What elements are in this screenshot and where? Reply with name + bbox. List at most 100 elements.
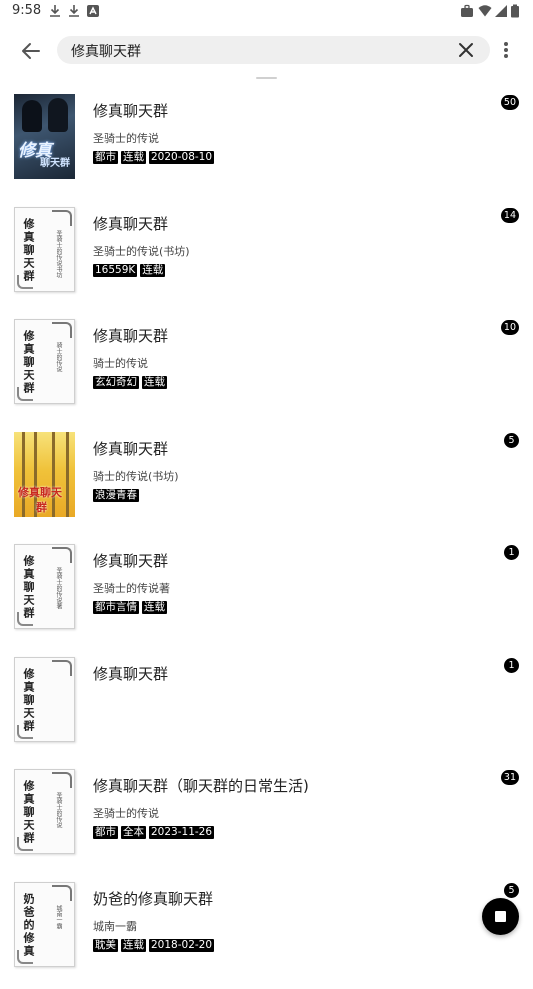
book-cover: 修真聊天群 — [14, 432, 75, 517]
book-list-item[interactable]: 奶爸的修真城南一霸奶爸的修真聊天群城南一霸耽美连载2018-02-205 — [0, 877, 533, 989]
book-title: 修真聊天群 — [93, 550, 168, 571]
cover-title: 修真聊天群 — [22, 780, 34, 845]
cover-ornament — [52, 322, 72, 338]
download-icon — [48, 4, 62, 18]
book-tag: 都市 — [93, 826, 118, 839]
source-count-badge: 10 — [501, 320, 519, 335]
cover-ornament — [52, 210, 72, 226]
book-tag: 连载 — [142, 376, 167, 389]
cover-title: 修真聊天群 — [22, 218, 34, 283]
cover-figure — [48, 98, 68, 132]
book-tag: 2018-02-20 — [149, 939, 214, 952]
cover-ornament — [52, 660, 72, 676]
book-tags: 都市连载2020-08-10 — [93, 151, 214, 164]
book-cover: 奶爸的修真 城南一霸 — [14, 882, 75, 967]
book-tags: 16559K连载 — [93, 264, 165, 277]
search-query[interactable]: 修真聊天群 — [71, 41, 141, 61]
book-list-item[interactable]: 修真聊天群圣骑士的传说修真聊天群（聊天群的日常生活)圣骑士的传说都市全本2023… — [0, 764, 533, 877]
cover-title: 奶爸的修真 — [22, 893, 34, 958]
search-result-list: 修真聊天群修真聊天群圣骑士的传说都市连载2020-08-1050修真聊天群圣骑士… — [0, 89, 533, 989]
cover-subtitle: 圣骑士的传说 — [55, 792, 62, 828]
book-author: 圣骑士的传说著 — [93, 580, 170, 596]
book-title: 修真聊天群（聊天群的日常生活) — [93, 775, 309, 796]
more-vertical-icon[interactable] — [500, 40, 512, 60]
cover-ornament — [52, 885, 72, 901]
book-title: 修真聊天群 — [93, 438, 168, 459]
cover-subtitle: 圣骑士的传说著 — [55, 567, 62, 609]
book-title: 修真聊天群 — [93, 663, 168, 684]
cover-title: 修真聊天群 — [22, 330, 34, 395]
book-tag: 连载 — [142, 601, 167, 614]
book-title: 修真聊天群 — [93, 100, 168, 121]
book-tags: 玄幻奇幻连载 — [93, 376, 167, 389]
book-tags: 浪漫青春 — [93, 489, 139, 502]
cover-subtitle: 城南一霸 — [55, 905, 62, 929]
book-list-item[interactable]: 修真聊天群修真聊天群骑士的传说(书坊)浪漫青春5 — [0, 427, 533, 540]
book-author: 城南一霸 — [93, 918, 137, 934]
stop-icon — [495, 911, 506, 922]
app-notification-icon — [86, 4, 100, 18]
cover-title: 修真聊天群 — [22, 668, 34, 733]
source-count-badge: 31 — [501, 770, 519, 785]
drag-handle[interactable] — [256, 77, 277, 79]
book-list-item[interactable]: 修真聊天群骑士的传说修真聊天群骑士的传说玄幻奇幻连载10 — [0, 314, 533, 427]
close-icon[interactable] — [458, 42, 474, 58]
cover-figure — [22, 100, 42, 132]
cover-ornament — [52, 547, 72, 563]
status-bar: 9:58 — [0, 0, 533, 24]
book-author: 圣骑士的传说 — [93, 130, 159, 146]
cover-tree — [52, 432, 55, 517]
book-tag: 连载 — [140, 264, 165, 277]
book-tags: 都市全本2023-11-26 — [93, 826, 214, 839]
book-cover: 修真聊天群 — [14, 657, 75, 742]
book-cover: 修真聊天群 圣骑士的传说著 — [14, 544, 75, 629]
arrow-left-icon[interactable] — [18, 38, 44, 64]
source-count-badge: 14 — [501, 208, 519, 223]
book-tag: 2020-08-10 — [149, 151, 214, 164]
book-tag: 玄幻奇幻 — [93, 376, 139, 389]
book-tag: 16559K — [93, 264, 137, 277]
search-input[interactable]: 修真聊天群 — [57, 36, 490, 64]
book-list-item[interactable]: 修真聊天群修真聊天群圣骑士的传说都市连载2020-08-1050 — [0, 89, 533, 202]
book-tag: 浪漫青春 — [93, 489, 139, 502]
stop-button[interactable] — [482, 898, 519, 935]
status-time: 9:58 — [12, 3, 41, 18]
source-count-badge: 1 — [504, 545, 519, 560]
cover-title: 修真聊天群 — [22, 555, 34, 620]
cover-subtitle: 圣骑士的传说书坊 — [55, 230, 62, 278]
book-cover: 修真聊天群骑士的传说 — [14, 319, 75, 404]
book-list-item[interactable]: 修真聊天群圣骑士的传说书坊修真聊天群圣骑士的传说(书坊)16559K连载14 — [0, 202, 533, 315]
cover-subtitle: 群 — [36, 499, 47, 515]
wifi-icon — [478, 4, 492, 18]
book-title: 修真聊天群 — [93, 325, 168, 346]
battery-icon — [510, 4, 520, 18]
source-count-badge: 5 — [504, 433, 519, 448]
book-tag: 连载 — [121, 151, 146, 164]
signal-icon — [494, 4, 508, 18]
source-count-badge: 1 — [504, 658, 519, 673]
cover-tree — [66, 432, 69, 517]
book-list-item[interactable]: 修真聊天群 修真聊天群 1 — [0, 652, 533, 765]
cover-title: 修真聊天 — [18, 484, 62, 500]
download-icon — [67, 4, 81, 18]
book-author: 圣骑士的传说(书坊) — [93, 243, 190, 259]
book-tag: 耽美 — [93, 939, 118, 952]
cover-subtitle: 聊天群 — [40, 154, 70, 169]
book-tag: 2023-11-26 — [149, 826, 214, 839]
cover-tree — [22, 432, 25, 517]
book-tag: 全本 — [121, 826, 146, 839]
book-tag: 连载 — [121, 939, 146, 952]
cover-ornament — [52, 772, 72, 788]
book-tag: 都市 — [93, 151, 118, 164]
book-title: 修真聊天群 — [93, 213, 168, 234]
book-list-item[interactable]: 修真聊天群圣骑士的传说著修真聊天群圣骑士的传说著都市言情连载1 — [0, 539, 533, 652]
book-author: 圣骑士的传说 — [93, 805, 159, 821]
book-author: 骑士的传说 — [93, 355, 148, 371]
search-toolbar: 修真聊天群 — [0, 26, 533, 74]
book-tag: 都市言情 — [93, 601, 139, 614]
work-profile-icon — [460, 4, 474, 18]
book-cover: 修真聊天群 — [14, 94, 75, 179]
book-tags: 耽美连载2018-02-20 — [93, 939, 214, 952]
source-count-badge: 5 — [504, 883, 519, 898]
source-count-badge: 50 — [501, 95, 519, 110]
